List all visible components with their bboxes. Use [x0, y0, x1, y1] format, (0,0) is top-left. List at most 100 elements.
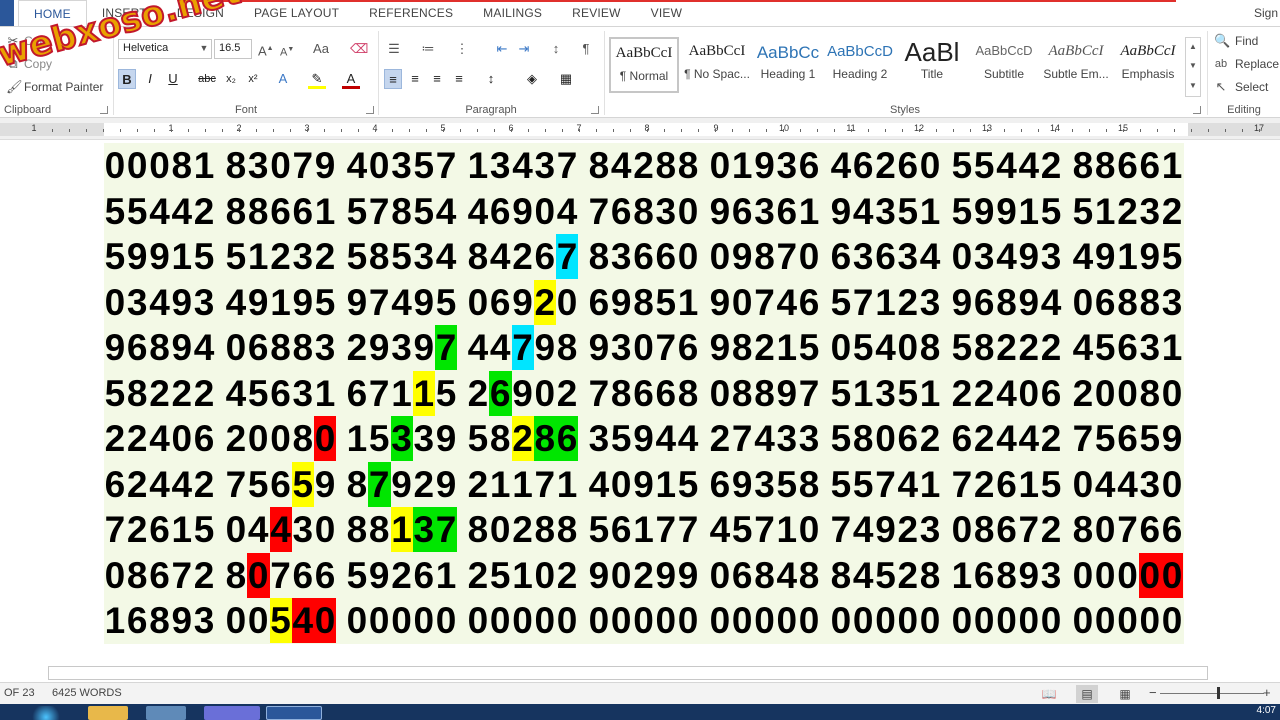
number-cell[interactable]: 40915: [588, 461, 709, 507]
number-cell[interactable]: 90746: [709, 279, 830, 325]
styles-launcher-icon[interactable]: [1193, 106, 1201, 114]
subscript-button[interactable]: x₂: [222, 69, 240, 89]
number-cell[interactable]: 26902: [467, 370, 588, 416]
number-cell[interactable]: 74923: [830, 507, 951, 553]
start-button-icon[interactable]: [30, 706, 62, 720]
number-cell[interactable]: 84288: [588, 143, 709, 189]
number-cell[interactable]: 16893: [104, 598, 225, 644]
number-cell[interactable]: 00000: [1072, 598, 1184, 644]
print-layout-icon[interactable]: ▤: [1076, 685, 1098, 703]
grow-font-icon[interactable]: A▲: [258, 40, 274, 58]
style-no-spacing[interactable]: AaBbCcI ¶ No Spac...: [682, 37, 752, 93]
number-cell[interactable]: 00540: [225, 598, 346, 644]
clear-formatting-icon[interactable]: ⌫: [350, 40, 368, 58]
word-taskbar-icon[interactable]: [266, 706, 322, 720]
number-cell[interactable]: 35944: [588, 416, 709, 462]
decrease-indent-icon[interactable]: ⇤: [493, 40, 511, 58]
number-cell[interactable]: 03493: [951, 234, 1072, 280]
number-cell[interactable]: 13437: [467, 143, 588, 189]
page-count[interactable]: OF 23: [4, 687, 35, 699]
number-cell[interactable]: 20080: [1072, 370, 1184, 416]
number-cell[interactable]: 96894: [951, 279, 1072, 325]
number-cell[interactable]: 55442: [951, 143, 1072, 189]
number-cell[interactable]: 21171: [467, 461, 588, 507]
horizontal-ruler[interactable]: 1 1 2 3 4 5 6 7 8 9 10 11 12 13 14 15 17: [0, 118, 1280, 140]
number-cell[interactable]: 51351: [830, 370, 951, 416]
style-heading-2[interactable]: AaBbCcD Heading 2: [825, 37, 895, 93]
zoom-in-icon[interactable]: +: [1263, 685, 1271, 700]
number-cell[interactable]: 69851: [588, 279, 709, 325]
style-emphasis[interactable]: AaBbCcI Emphasis: [1113, 37, 1183, 93]
number-cell[interactable]: 51232: [225, 234, 346, 280]
number-cell[interactable]: 40357: [346, 143, 467, 189]
number-cell[interactable]: 84267: [467, 234, 588, 280]
number-cell[interactable]: 29397: [346, 325, 467, 371]
number-cell[interactable]: 44798: [467, 325, 588, 371]
align-right-icon[interactable]: ≡: [428, 69, 446, 89]
number-cell[interactable]: 03493: [104, 279, 225, 325]
chevron-up-icon[interactable]: ▲: [1187, 38, 1199, 56]
horizontal-scrollbar[interactable]: [0, 666, 1280, 682]
strikethrough-button[interactable]: abc: [198, 69, 216, 89]
number-cell[interactable]: 00000: [588, 598, 709, 644]
text-effects-icon[interactable]: A: [274, 69, 292, 89]
number-cell[interactable]: 08672: [104, 552, 225, 598]
number-cell[interactable]: 75659: [225, 461, 346, 507]
number-cell[interactable]: 75659: [1072, 416, 1184, 462]
tab-mailings[interactable]: MAILINGS: [468, 0, 557, 26]
tab-page-layout[interactable]: PAGE LAYOUT: [239, 0, 354, 26]
number-cell[interactable]: 83660: [588, 234, 709, 280]
numbering-icon[interactable]: ≔: [419, 40, 437, 58]
number-cell[interactable]: 51232: [1072, 188, 1184, 234]
justify-icon[interactable]: ≡: [450, 69, 468, 89]
tab-references[interactable]: REFERENCES: [354, 0, 468, 26]
borders-icon[interactable]: ▦: [557, 69, 575, 89]
number-cell[interactable]: 01936: [709, 143, 830, 189]
number-cell[interactable]: 00000: [830, 598, 951, 644]
number-cell[interactable]: 16893: [951, 552, 1072, 598]
number-cell[interactable]: 00000: [467, 598, 588, 644]
style-subtitle[interactable]: AaBbCcD Subtitle: [969, 37, 1039, 93]
line-spacing-icon[interactable]: ↕: [482, 69, 500, 89]
align-center-icon[interactable]: ≡: [406, 69, 424, 89]
number-cell[interactable]: 84528: [830, 552, 951, 598]
number-cell[interactable]: 08672: [951, 507, 1072, 553]
tab-view[interactable]: VIEW: [636, 0, 697, 26]
align-left-icon[interactable]: ≡: [384, 69, 402, 89]
clipboard-launcher-icon[interactable]: [100, 106, 108, 114]
number-cell[interactable]: 96361: [709, 188, 830, 234]
number-cell[interactable]: 45631: [225, 370, 346, 416]
number-cell[interactable]: 00000: [1072, 552, 1184, 598]
number-cell[interactable]: 45710: [709, 507, 830, 553]
number-cell[interactable]: 78668: [588, 370, 709, 416]
multilevel-list-icon[interactable]: ⋮: [453, 40, 471, 58]
file-explorer-icon[interactable]: [88, 706, 128, 720]
number-cell[interactable]: 56177: [588, 507, 709, 553]
taskbar-app-icon[interactable]: [204, 706, 260, 720]
number-cell[interactable]: 63634: [830, 234, 951, 280]
pilcrow-icon[interactable]: ¶: [577, 40, 595, 58]
number-cell[interactable]: 83079: [225, 143, 346, 189]
number-cell[interactable]: 27433: [709, 416, 830, 462]
chevron-down-icon[interactable]: ▼: [1187, 57, 1199, 75]
zoom-slider[interactable]: [1160, 693, 1264, 694]
number-cell[interactable]: 58286: [467, 416, 588, 462]
style-normal[interactable]: AaBbCcI ¶ Normal: [609, 37, 679, 93]
number-cell[interactable]: 04430: [225, 507, 346, 553]
number-cell[interactable]: 57854: [346, 188, 467, 234]
number-cell[interactable]: 20080: [225, 416, 346, 462]
number-cell[interactable]: 72615: [951, 461, 1072, 507]
number-cell[interactable]: 00000: [346, 598, 467, 644]
number-cell[interactable]: 80766: [1072, 507, 1184, 553]
number-cell[interactable]: 58534: [346, 234, 467, 280]
number-cell[interactable]: 58222: [951, 325, 1072, 371]
number-cell[interactable]: 93076: [588, 325, 709, 371]
number-cell[interactable]: 06848: [709, 552, 830, 598]
superscript-button[interactable]: x²: [244, 69, 262, 89]
number-cell[interactable]: 09870: [709, 234, 830, 280]
number-cell[interactable]: 76830: [588, 188, 709, 234]
bullets-icon[interactable]: ☰: [385, 40, 403, 58]
zoom-out-icon[interactable]: −: [1149, 685, 1157, 700]
style-subtle-emphasis[interactable]: AaBbCcI Subtle Em...: [1041, 37, 1111, 93]
number-cell[interactable]: 22406: [104, 416, 225, 462]
